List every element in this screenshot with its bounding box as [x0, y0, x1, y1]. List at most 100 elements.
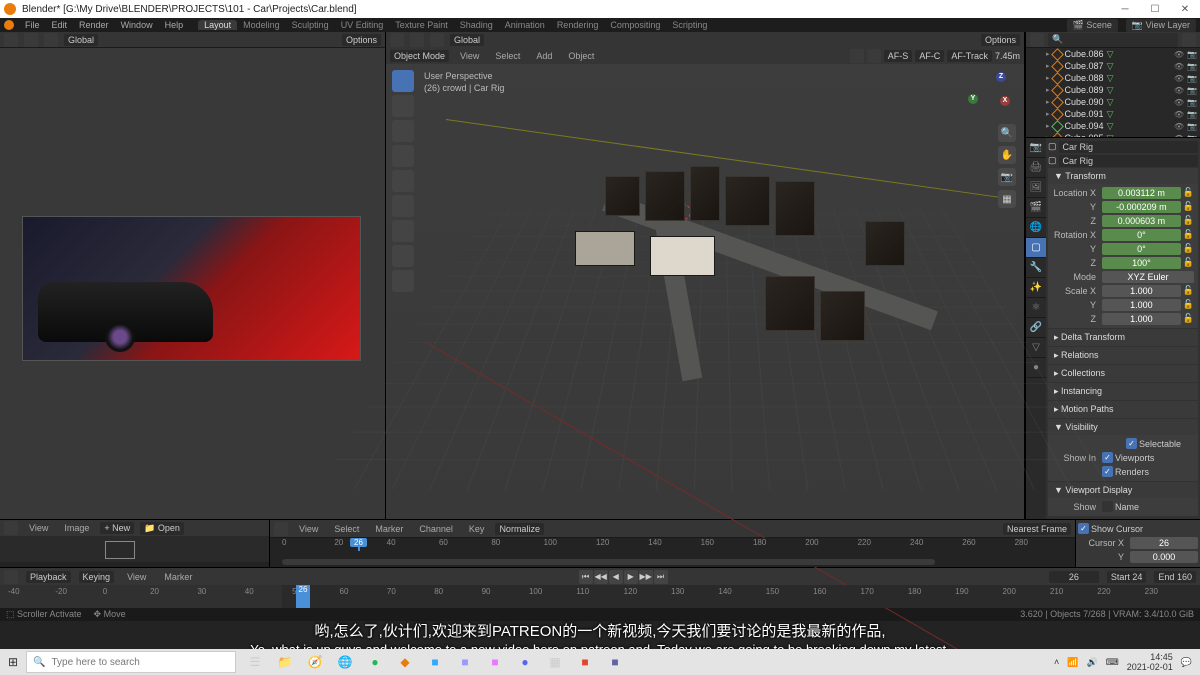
visibility-icon[interactable]: 👁 [1174, 98, 1184, 107]
minimize-button[interactable]: ─ [1110, 0, 1140, 18]
orientation-dropdown[interactable]: Global [64, 34, 98, 46]
graph-channel-menu[interactable]: Channel [414, 524, 458, 534]
keying-menu[interactable]: Keying [79, 571, 115, 583]
transform-tool[interactable] [392, 195, 414, 217]
jump-first-button[interactable]: ⏮ [579, 570, 593, 584]
graph-view-menu[interactable]: View [294, 524, 323, 534]
render-tab-icon[interactable]: 📷 [1026, 138, 1046, 158]
scale-z-input[interactable]: 1.000 [1102, 313, 1181, 325]
close-button[interactable]: ✕ [1170, 0, 1200, 18]
notifications-icon[interactable]: 💬 [1181, 657, 1192, 668]
render-icon[interactable]: 📷 [1187, 50, 1197, 59]
viewlayer-selector[interactable]: 📷 View Layer [1126, 19, 1196, 32]
rotation-y-input[interactable]: 0° [1102, 243, 1181, 255]
location-z-input[interactable]: 0.000603 m [1102, 215, 1181, 227]
start-frame-input[interactable]: Start 24 [1107, 571, 1147, 583]
af-c-button[interactable]: AF-C [915, 50, 944, 62]
timeline-track[interactable]: -40-200203040506070809010011012013014015… [0, 585, 1200, 608]
tab-compositing[interactable]: Compositing [604, 20, 666, 30]
graph-editor-type-icon[interactable] [274, 522, 288, 536]
render-icon[interactable]: 📷 [1187, 86, 1197, 95]
task-view-icon[interactable]: ☰ [240, 649, 270, 675]
graph-scrollbar[interactable] [282, 559, 935, 565]
expand-icon[interactable]: ▸ [1046, 122, 1050, 130]
zoom-icon[interactable]: 🔍 [998, 124, 1016, 142]
z-axis-icon[interactable]: Z [996, 72, 1006, 82]
lock-icon[interactable]: 🔓 [1183, 243, 1194, 254]
clock-time[interactable]: 14:45 [1127, 652, 1173, 662]
rotate-tool[interactable] [392, 145, 414, 167]
select-icon[interactable] [430, 33, 444, 47]
play-reverse-button[interactable]: ◀ [609, 570, 623, 584]
blender-taskbar-icon[interactable]: ◆ [390, 649, 420, 675]
end-frame-input[interactable]: End 160 [1154, 571, 1196, 583]
outliner-item[interactable]: ▸Cube.091▽👁📷 [1026, 108, 1200, 120]
scale-tool[interactable] [392, 170, 414, 192]
editor-type-icon[interactable] [4, 33, 18, 47]
expand-icon[interactable]: ▸ [1046, 98, 1050, 106]
delta-transform-header[interactable]: ▸ Delta Transform [1048, 329, 1198, 346]
scale-y-input[interactable]: 1.000 [1102, 299, 1181, 311]
expand-icon[interactable]: ▸ [1046, 110, 1050, 118]
taskbar-search[interactable]: 🔍 Type here to search [26, 651, 236, 673]
graph-editor[interactable]: 020406080100120140160180200220240260280 [270, 538, 1075, 567]
lock-icon[interactable]: 🔓 [1183, 299, 1194, 310]
timeline-playhead[interactable]: 26 [296, 585, 310, 608]
outliner-item[interactable]: ▸Cube.086▽👁📷 [1026, 48, 1200, 60]
overlay-toggle-icon[interactable] [867, 49, 881, 63]
cursor-tool[interactable] [392, 95, 414, 117]
menu-file[interactable]: File [20, 20, 45, 30]
camera-icon[interactable]: 📷 [998, 168, 1016, 186]
image-view-menu[interactable]: View [24, 523, 53, 533]
selectable-checkbox[interactable]: ✓ [1126, 438, 1137, 449]
annotate-tool[interactable] [392, 220, 414, 242]
move-tool[interactable] [392, 120, 414, 142]
aftereffects-icon[interactable]: ■ [450, 649, 480, 675]
visibility-icon[interactable]: 👁 [1174, 74, 1184, 83]
orientation-dropdown[interactable]: Global [450, 34, 484, 46]
show-name-checkbox[interactable] [1102, 501, 1113, 512]
visibility-icon[interactable]: 👁 [1174, 62, 1184, 71]
image-editor-type-icon[interactable] [4, 521, 18, 535]
cursor-tool-icon[interactable] [24, 33, 38, 47]
lock-icon[interactable]: 🔓 [1183, 285, 1194, 296]
expand-icon[interactable]: ▸ [1046, 62, 1050, 70]
new-image-button[interactable]: + New [100, 522, 134, 534]
select-menu[interactable]: Select [490, 51, 525, 61]
rotation-z-input[interactable]: 100° [1102, 257, 1181, 269]
tab-scripting[interactable]: Scripting [666, 20, 713, 30]
options-dropdown[interactable]: Options [342, 34, 381, 46]
image-canvas[interactable] [0, 536, 269, 562]
active-data-name[interactable]: Car Rig [1059, 155, 1198, 167]
menu-render[interactable]: Render [74, 20, 114, 30]
photoshop-icon[interactable]: ■ [420, 649, 450, 675]
outliner-item[interactable]: ▸Cube.089▽👁📷 [1026, 84, 1200, 96]
tab-animation[interactable]: Animation [499, 20, 551, 30]
visibility-icon[interactable]: 👁 [1174, 122, 1184, 131]
location-x-input[interactable]: 0.003112 m [1102, 187, 1181, 199]
maximize-button[interactable]: ☐ [1140, 0, 1170, 18]
editor-type-icon[interactable] [390, 33, 404, 47]
wifi-icon[interactable]: 📶 [1067, 657, 1078, 668]
af-track-button[interactable]: AF-Track [947, 50, 992, 62]
pan-icon[interactable]: ✋ [998, 146, 1016, 164]
relations-header[interactable]: ▸ Relations [1048, 347, 1198, 364]
render-icon[interactable]: 📷 [1187, 122, 1197, 131]
object-menu[interactable]: Object [563, 51, 599, 61]
volume-icon[interactable]: 🔊 [1087, 657, 1098, 668]
addcube-tool[interactable] [392, 270, 414, 292]
add-menu[interactable]: Add [531, 51, 557, 61]
render-icon[interactable]: 📷 [1187, 110, 1197, 119]
constraint-tab-icon[interactable]: 🔗 [1026, 318, 1046, 338]
show-cursor-checkbox[interactable]: ✓ [1078, 523, 1089, 534]
left-3d-viewport[interactable]: Global Options Object Mode View Select A… [0, 32, 386, 519]
outliner-search[interactable]: 🔍 [1048, 33, 1178, 47]
nav-gizmo[interactable]: Y Z X [966, 70, 1010, 114]
jump-last-button[interactable]: ⏭ [654, 570, 668, 584]
select-tool-icon[interactable] [44, 33, 58, 47]
snap-dropdown[interactable]: Nearest Frame [1003, 523, 1071, 535]
graph-playhead[interactable] [358, 538, 360, 551]
lock-icon[interactable]: 🔓 [1183, 257, 1194, 268]
play-button[interactable]: ▶ [624, 570, 638, 584]
normalize-toggle[interactable]: Normalize [495, 523, 544, 535]
